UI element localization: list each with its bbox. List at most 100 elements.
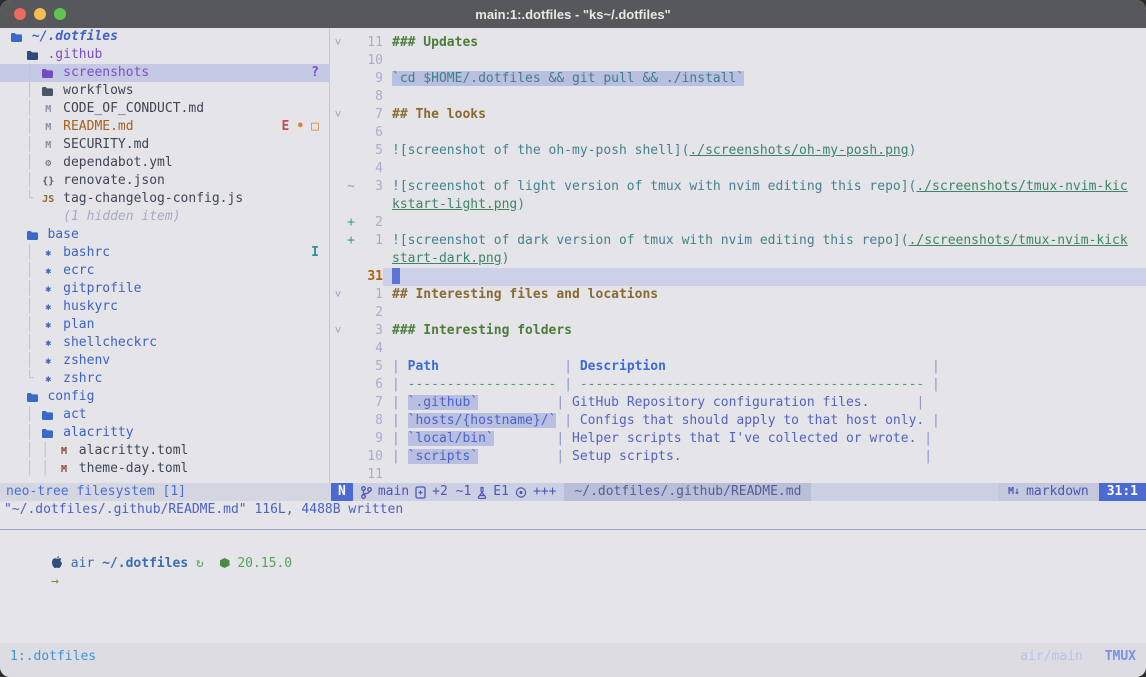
tree-item-dependabot-yml[interactable]: │ ⚙ dependabot.yml (0, 154, 329, 172)
line-number: 8 (357, 412, 383, 430)
file-icon: ✱ (41, 281, 55, 299)
code-segment: ## The looks (392, 107, 486, 122)
tree-item-tag-changelog-config-js[interactable]: └ JS tag-changelog-config.js (0, 190, 329, 208)
editor-line-text: start-dark.png) (383, 250, 1146, 268)
close-button[interactable] (14, 8, 26, 20)
editor-line[interactable]: 2 (331, 304, 1146, 322)
editor-line[interactable]: 31 (331, 268, 1146, 286)
editor-line[interactable]: kstart-light.png) (331, 196, 1146, 214)
tree-item-label: workflows (55, 83, 133, 98)
editor-line[interactable]: 5![screenshot of the oh-my-posh shell](.… (331, 142, 1146, 160)
tmux-window-tab[interactable]: 1:.dotfiles (10, 649, 96, 664)
editor-line[interactable]: 8| `hosts/{hostname}/` | Configs that sh… (331, 412, 1146, 430)
editor-line[interactable]: 7| `.github` | GitHub Repository configu… (331, 394, 1146, 412)
tmux-pane-divider[interactable] (0, 529, 1146, 530)
tmux-status-bar: 1:.dotfiles air/main TMUX (0, 643, 1146, 677)
fold-marker-icon[interactable]: ˅ (331, 286, 345, 304)
git-sign (345, 394, 357, 412)
line-number: 7 (357, 394, 383, 412)
tree-item-gitprofile[interactable]: │ ✱ gitprofile (0, 280, 329, 298)
neotree-sidebar[interactable]: ~/.dotfiles .github │ screenshots? │ wor… (0, 28, 330, 483)
code-segment: | (916, 431, 932, 446)
file-icon: M (41, 101, 55, 119)
prompt-host: air (71, 556, 94, 571)
tree-item-label: dependabot.yml (55, 155, 172, 170)
node-version: 20.15.0 (237, 556, 292, 571)
tree-item-renovate-json[interactable]: │ {} renovate.json (0, 172, 329, 190)
tree-item-workflows[interactable]: │ workflows (0, 82, 329, 100)
tree-item-label: alacritty (55, 425, 133, 440)
fold-marker-icon (331, 232, 345, 250)
nodejs-icon (220, 558, 230, 568)
editor-line[interactable]: ~3![screenshot of light version of tmux … (331, 178, 1146, 196)
tree-item-plan[interactable]: │ ✱ plan (0, 316, 329, 334)
tree-item-shellcheckrc[interactable]: │ ✱ shellcheckrc (0, 334, 329, 352)
zoom-button[interactable] (54, 8, 66, 20)
editor-line[interactable]: 6 (331, 124, 1146, 142)
editor-line[interactable]: 10 (331, 52, 1146, 70)
editor-line[interactable]: ˅ 1## Interesting files and locations (331, 286, 1146, 304)
editor-line[interactable]: 10| `scripts` | Setup scripts. | (331, 448, 1146, 466)
tree-item-theme-day-toml[interactable]: │ │ M theme-day.toml (0, 460, 329, 478)
editor-line-text (383, 214, 1146, 232)
fold-marker-icon[interactable]: ˅ (331, 106, 345, 124)
editor-line[interactable]: start-dark.png) (331, 250, 1146, 268)
tree-item-zshenv[interactable]: │ ✱ zshenv (0, 352, 329, 370)
tree-guide: │ (10, 263, 41, 278)
fold-marker-icon (331, 52, 345, 70)
hunks-indicator: +++ (533, 483, 556, 501)
editor-line[interactable]: 9`cd $HOME/.dotfiles && git pull && ./in… (331, 70, 1146, 88)
fold-marker-icon (331, 268, 345, 286)
editor-line[interactable]: 11 (331, 466, 1146, 483)
editor-line[interactable]: 4 (331, 160, 1146, 178)
editor-line[interactable]: 5| Path | Description | (331, 358, 1146, 376)
tree-item-alacritty[interactable]: │ alacritty (0, 424, 329, 442)
editor-line[interactable]: ˅ 11### Updates (331, 34, 1146, 52)
tree-item--1-hidden-item-[interactable]: (1 hidden item) (0, 208, 329, 226)
tree-item-screenshots[interactable]: │ screenshots? (0, 64, 329, 82)
editor-line[interactable]: +1![screenshot of dark version of tmux w… (331, 232, 1146, 250)
tree-item-base[interactable]: base (0, 226, 329, 244)
shell-pane[interactable]: air ~/.dotfiles ↻ 20.15.0 → (0, 537, 1146, 573)
tree-item-readme-md[interactable]: │ M README.mdE•□ (0, 118, 329, 136)
tree-item--dotfiles[interactable]: ~/.dotfiles (0, 28, 329, 46)
filetype-segment: M↓ markdown (998, 483, 1099, 501)
tree-item-zshrc[interactable]: └ ✱ zshrc (0, 370, 329, 388)
tree-item-huskyrc[interactable]: │ ✱ huskyrc (0, 298, 329, 316)
editor-pane[interactable]: ˅ 11### Updates 10 9`cd $HOME/.dotfiles … (331, 28, 1146, 483)
tree-item-label: zshrc (55, 371, 102, 386)
editor-line[interactable]: ˅ 3### Interesting folders (331, 322, 1146, 340)
tree-item-alacritty-toml[interactable]: │ │ M alacritty.toml (0, 442, 329, 460)
editor-line[interactable]: 9| `local/bin` | Helper scripts that I'v… (331, 430, 1146, 448)
folder-icon (41, 407, 55, 425)
editor-line[interactable]: 6| ------------------- | ---------------… (331, 376, 1146, 394)
tree-item-ecrc[interactable]: │ ✱ ecrc (0, 262, 329, 280)
editor-line[interactable]: 4 (331, 340, 1146, 358)
code-segment: | (392, 395, 408, 410)
code-segment: ) (517, 197, 525, 212)
minimize-button[interactable] (34, 8, 46, 20)
tree-item--github[interactable]: .github (0, 46, 329, 64)
fold-marker-icon[interactable]: ˅ (331, 34, 345, 52)
record-icon (515, 486, 527, 499)
tree-item-label: huskyrc (55, 299, 118, 314)
prompt-arrow-icon: → (51, 574, 59, 589)
tree-item-security-md[interactable]: │ M SECURITY.md (0, 136, 329, 154)
tree-guide (10, 227, 26, 242)
editor-line[interactable]: 8 (331, 88, 1146, 106)
git-sign (345, 304, 357, 322)
tree-item-bashrc[interactable]: │ ✱ bashrcI (0, 244, 329, 262)
editor-line[interactable]: ˅ 7## The looks (331, 106, 1146, 124)
traffic-lights (0, 8, 66, 20)
line-number: 6 (357, 376, 383, 394)
tree-item-code-of-conduct-md[interactable]: │ M CODE_OF_CONDUCT.md (0, 100, 329, 118)
tree-item-config[interactable]: config (0, 388, 329, 406)
fold-marker-icon[interactable]: ˅ (331, 322, 345, 340)
fold-marker-icon (331, 340, 345, 358)
editor-line[interactable]: +2 (331, 214, 1146, 232)
git-sign (345, 340, 357, 358)
editor-line-text: ### Updates (383, 34, 1146, 52)
line-number: 10 (357, 448, 383, 466)
tree-item-act[interactable]: │ act (0, 406, 329, 424)
line-number: 3 (357, 178, 383, 196)
